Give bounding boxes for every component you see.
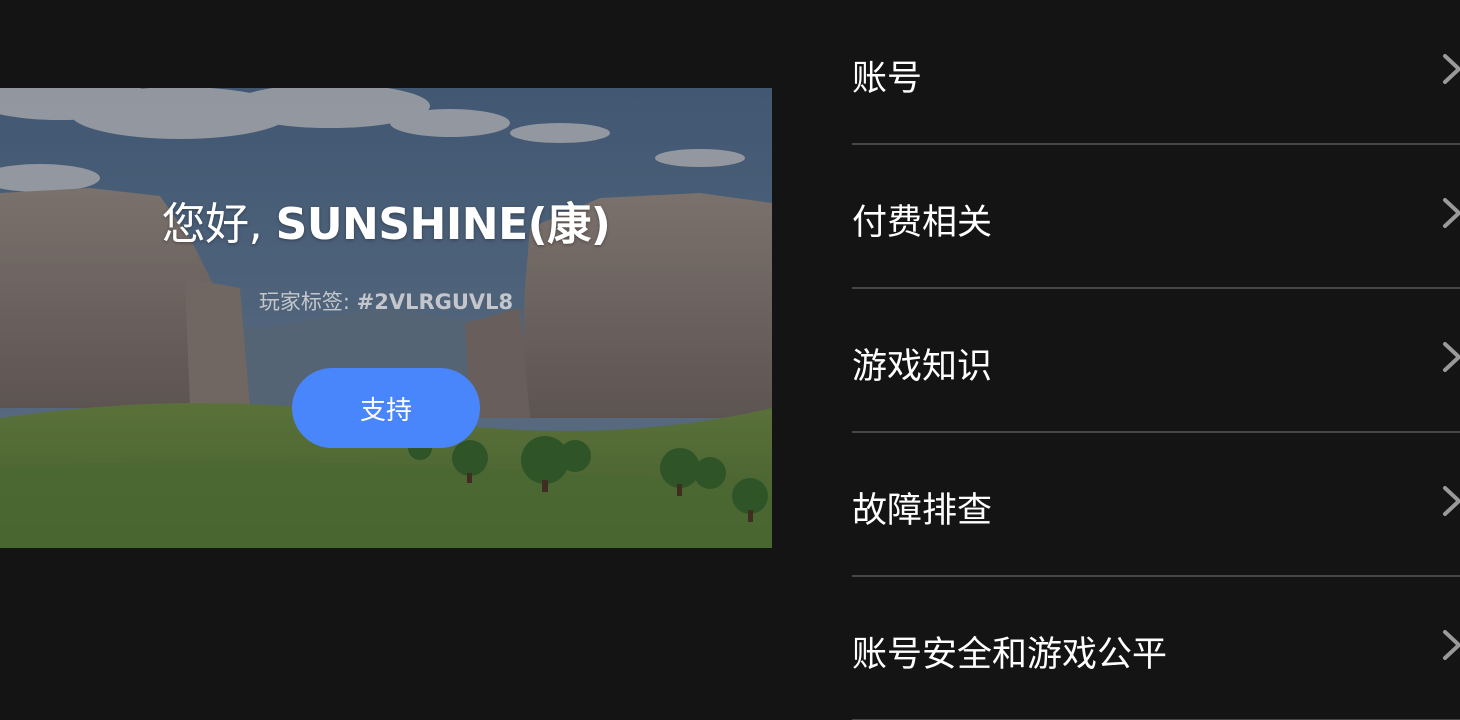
menu-item-game-knowledge[interactable]: 游戏知识 — [852, 288, 1460, 433]
menu-item-label: 游戏知识 — [852, 347, 993, 387]
chevron-right-icon — [1443, 54, 1460, 84]
greeting-prefix: 您好, — [161, 199, 276, 250]
menu-item-label: 故障排查 — [852, 491, 993, 531]
player-name: SUNSHINE(康) — [275, 199, 611, 250]
menu-item-label: 付费相关 — [852, 203, 993, 243]
chevron-right-icon — [1443, 486, 1460, 516]
help-screen: 您好, SUNSHINE(康) 玩家标签: #2VLRGUVL8 支持 账号 付… — [0, 0, 1460, 720]
player-tag: 玩家标签: #2VLRGUVL8 — [0, 286, 772, 316]
banner-overlay — [0, 88, 772, 548]
chevron-right-icon — [1443, 630, 1460, 660]
menu-item-account[interactable]: 账号 — [852, 0, 1460, 145]
player-tag-value: #2VLRGUVL8 — [356, 290, 514, 314]
menu-item-label: 账号安全和游戏公平 — [852, 635, 1168, 675]
support-button[interactable]: 支持 — [292, 368, 480, 448]
menu-item-label: 账号 — [852, 59, 923, 99]
greeting-heading: 您好, SUNSHINE(康) — [0, 188, 772, 252]
menu-item-troubleshooting[interactable]: 故障排查 — [852, 432, 1460, 577]
chevron-right-icon — [1443, 198, 1460, 228]
help-menu: 账号 付费相关 游戏知识 故障排查 账号安全和游戏公平 — [852, 0, 1460, 720]
menu-item-account-security[interactable]: 账号安全和游戏公平 — [852, 576, 1460, 720]
menu-item-payments[interactable]: 付费相关 — [852, 144, 1460, 289]
player-tag-label: 玩家标签: — [258, 290, 357, 314]
chevron-right-icon — [1443, 342, 1460, 372]
player-banner: 您好, SUNSHINE(康) 玩家标签: #2VLRGUVL8 支持 — [0, 88, 772, 548]
